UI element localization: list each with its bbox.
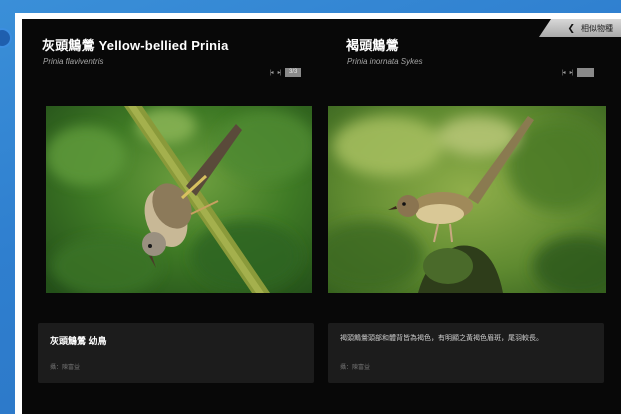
caption-credit: 攝：陳富益 [340,365,371,371]
bird-photo-image [328,106,606,293]
related-species-tab[interactable]: ❮ 相似物種 [539,19,621,37]
species-common-name: 灰頭鷦鶯 Yellow-bellied Prinia [42,38,229,53]
prev-photo-button[interactable]: |◂ [562,69,565,76]
photo-pager: |◂ ▸| [562,68,595,77]
bird-photo[interactable] [46,106,312,293]
species-comparison-panel: ❮ 相似物種 灰頭鷦鶯 Yellow-bellied Prinia Prinia… [22,19,621,414]
species-scientific-name: Prinia inornata Sykes [347,57,423,66]
caption-description: 褐頭鷦鶯頭部和體背皆為褐色，有明顯之黃褐色眉斑，尾羽較長。 [340,335,543,342]
photo-counter [577,68,595,77]
prev-photo-button[interactable]: |◂ [270,69,273,76]
caption-title: 灰頭鷦鶯 幼鳥 [50,336,107,346]
side-marker-dot [0,30,10,46]
related-species-label: 相似物種 [581,23,613,33]
photo-caption: 褐頭鷦鶯頭部和體背皆為褐色，有明顯之黃褐色眉斑，尾羽較長。 攝：陳富益 [328,323,604,383]
photo-counter: 3/3 [285,68,302,77]
photo-caption: 灰頭鷦鶯 幼鳥 攝：陳富益 [38,323,314,383]
caption-credit: 攝：陳富益 [50,365,81,371]
species-scientific-name: Prinia flaviventris [43,57,104,66]
bird-photo[interactable] [328,106,606,293]
chevron-left-icon: ❮ [567,22,575,33]
bird-photo-image [46,106,312,293]
next-photo-button[interactable]: ▸| [570,69,573,76]
species-common-name: 褐頭鷦鶯 [346,38,399,53]
photo-pager: |◂ ▸| 3/3 [270,68,302,77]
next-photo-button[interactable]: ▸| [278,69,281,76]
